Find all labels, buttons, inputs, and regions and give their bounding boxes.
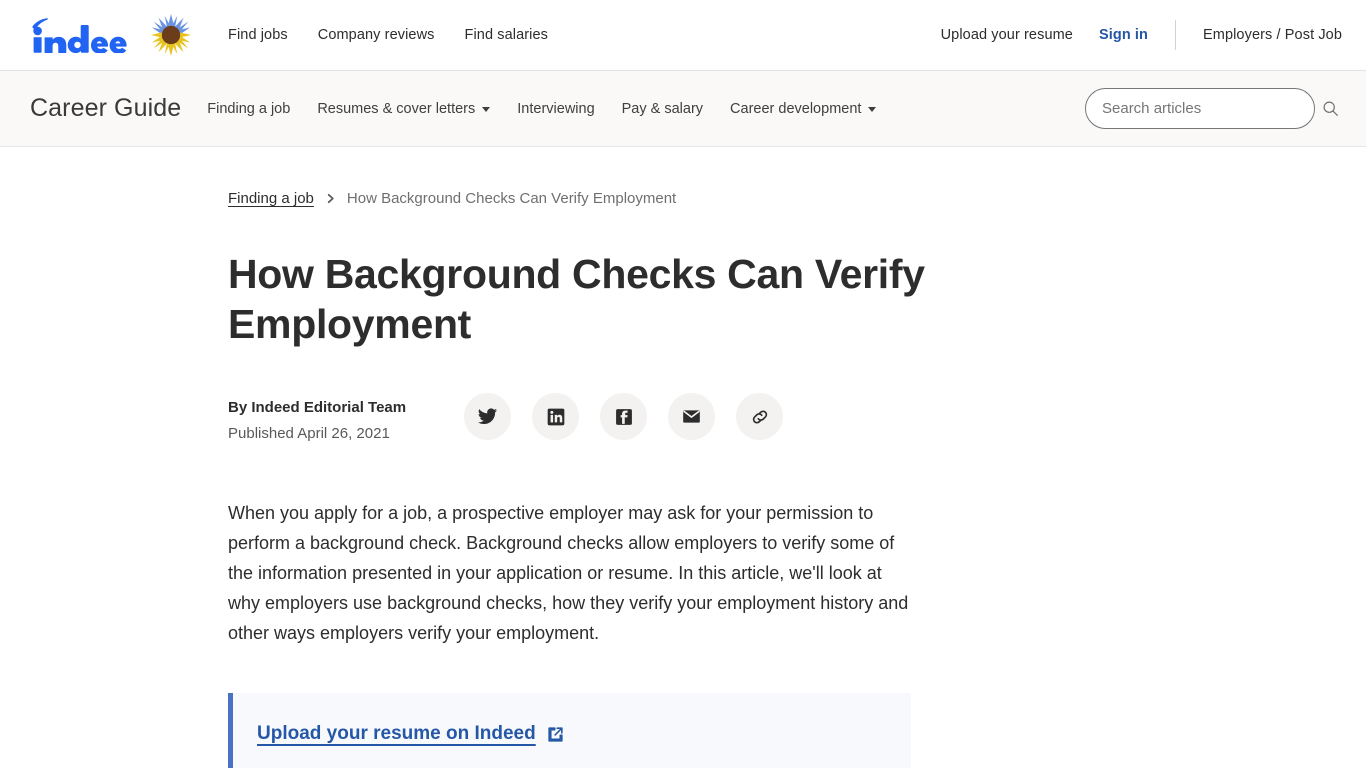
global-header: Find jobs Company reviews Find salaries … — [0, 0, 1366, 71]
nav-company-reviews[interactable]: Company reviews — [318, 27, 435, 43]
career-guide-title[interactable]: Career Guide — [30, 94, 181, 123]
guide-nav-label: Pay & salary — [621, 100, 704, 117]
article: Finding a job How Background Checks Can … — [228, 147, 928, 768]
callout-link-label: Upload your resume on Indeed — [257, 723, 536, 744]
byline-published-date: Published April 26, 2021 — [228, 425, 390, 442]
career-guide-nav: Finding a job Resumes & cover letters In… — [207, 100, 877, 117]
chevron-right-icon — [325, 193, 336, 204]
byline: By Indeed Editorial Team Published April… — [228, 393, 406, 444]
external-link-icon — [548, 726, 563, 742]
guide-nav-finding-a-job[interactable]: Finding a job — [207, 101, 290, 117]
chevron-down-icon — [868, 107, 877, 112]
guide-nav-label: Interviewing — [517, 100, 595, 117]
page-body: Finding a job How Background Checks Can … — [0, 147, 1366, 768]
article-search — [1085, 88, 1342, 129]
copy-link-button[interactable] — [736, 393, 784, 440]
upload-your-resume-link[interactable]: Upload your resume — [941, 27, 1099, 43]
guide-nav-label: Career development — [730, 100, 862, 117]
facebook-icon — [615, 408, 632, 425]
twitter-icon — [477, 408, 498, 425]
breadcrumb: Finding a job How Background Checks Can … — [228, 190, 928, 207]
sign-in-link[interactable]: Sign in — [1099, 27, 1175, 43]
brand-group — [28, 12, 194, 58]
article-meta: By Indeed Editorial Team Published April… — [228, 393, 928, 444]
upload-resume-callout: Upload your resume on Indeed — [228, 693, 911, 768]
upload-resume-on-indeed-link[interactable]: Upload your resume on Indeed — [257, 723, 565, 745]
share-twitter-button[interactable] — [464, 393, 512, 440]
share-email-button[interactable] — [668, 393, 716, 440]
guide-nav-label: Finding a job — [207, 100, 291, 117]
article-intro-paragraph: When you apply for a job, a prospective … — [228, 503, 909, 643]
search-button[interactable] — [1318, 97, 1342, 121]
indeed-logo-icon — [32, 18, 127, 53]
header-divider — [1175, 20, 1176, 50]
nav-find-jobs[interactable]: Find jobs — [228, 27, 288, 43]
breadcrumb-parent-link[interactable]: Finding a job — [228, 190, 314, 207]
share-buttons — [464, 393, 784, 440]
primary-nav: Find jobs Company reviews Find salaries — [228, 27, 548, 43]
search-input[interactable] — [1085, 88, 1315, 129]
share-facebook-button[interactable] — [600, 393, 648, 440]
nav-find-salaries[interactable]: Find salaries — [465, 27, 549, 43]
guide-nav-career-development[interactable]: Career development — [730, 100, 877, 117]
indeed-logo[interactable] — [28, 17, 136, 53]
career-guide-bar: Career Guide Finding a job Resumes & cov… — [0, 71, 1366, 147]
share-linkedin-button[interactable] — [532, 393, 580, 440]
guide-nav-pay-salary[interactable]: Pay & salary — [622, 101, 703, 117]
chevron-down-icon — [482, 107, 491, 112]
linkedin-icon — [547, 408, 564, 425]
search-icon — [1323, 101, 1338, 116]
guide-nav-interviewing[interactable]: Interviewing — [517, 101, 594, 117]
email-icon — [683, 410, 700, 423]
guide-nav-label: Resumes & cover letters — [317, 100, 476, 117]
employers-post-job-link[interactable]: Employers / Post Job — [1203, 27, 1342, 43]
breadcrumb-current: How Background Checks Can Verify Employm… — [346, 190, 677, 207]
sunflower-icon — [148, 12, 194, 58]
byline-author: By Indeed Editorial Team — [228, 399, 407, 416]
header-actions: Upload your resume Sign in Employers / P… — [941, 20, 1342, 50]
guide-nav-resumes-cover-letters[interactable]: Resumes & cover letters — [317, 100, 491, 117]
link-icon — [752, 409, 767, 424]
page-title: How Background Checks Can Verify Employm… — [228, 251, 925, 347]
